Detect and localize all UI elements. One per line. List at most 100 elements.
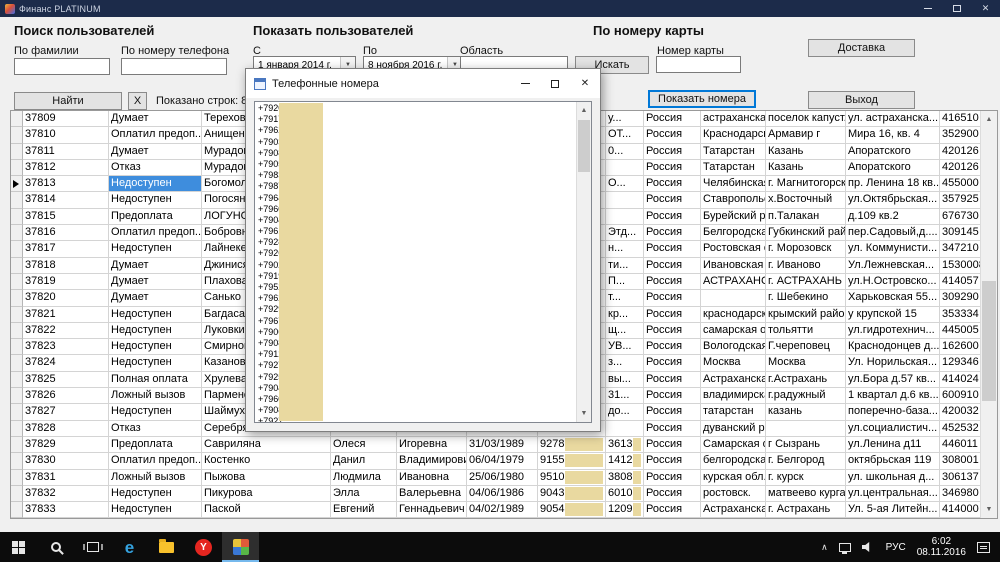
grid-row-header[interactable] [11, 159, 23, 177]
grid-cell-region[interactable]: Вологодская [701, 339, 766, 356]
grid-cell-city[interactable]: г. АСТРАХАНЬ [766, 273, 846, 291]
grid-cell-patr[interactable]: Владимирович [397, 453, 467, 470]
grid-cell-region[interactable]: владимирская [701, 388, 766, 405]
grid-row-header[interactable] [11, 485, 23, 503]
grid-cell-id[interactable]: 37820 [23, 290, 109, 307]
grid-cell-zip[interactable]: 309290 [940, 290, 980, 307]
grid-cell-code[interactable]: 3613 [606, 436, 644, 454]
grid-cell-country[interactable]: Россия [644, 159, 701, 177]
grid-cell-zip[interactable]: 446011 [940, 437, 980, 454]
grid-cell-zip[interactable]: 420126 [940, 160, 980, 177]
grid-cell-address[interactable]: Ул.Лежневская... [846, 257, 940, 274]
grid-cell-region[interactable]: Ставропольски... [701, 192, 766, 209]
grid-cell-zip[interactable]: 455000 [940, 176, 980, 193]
grid-cell-name[interactable]: Данил [331, 453, 397, 470]
grid-cell-country[interactable]: Россия [644, 192, 701, 209]
delivery-button[interactable]: Доставка [808, 39, 915, 57]
surname-input[interactable] [14, 58, 110, 75]
grid-cell-id[interactable]: 37818 [23, 257, 109, 274]
grid-cell-city[interactable]: казань [766, 404, 846, 421]
grid-cell-address[interactable]: Мира 16, кв. 4 [846, 127, 940, 144]
grid-cell-region[interactable]: Ростовская обл. [701, 241, 766, 258]
grid-cell-zip[interactable]: 306137 [940, 470, 980, 486]
grid-row-header[interactable] [11, 404, 23, 421]
grid-cell-id[interactable]: 37817 [23, 241, 109, 258]
grid-cell-phone[interactable]: 9278 [538, 436, 606, 454]
grid-cell-city[interactable]: х.Восточный [766, 192, 846, 209]
grid-cell-id[interactable]: 37822 [23, 322, 109, 340]
grid-cell-country[interactable]: Россия [644, 502, 701, 518]
grid-cell-patr[interactable]: Игоревна [397, 436, 467, 454]
grid-cell-status[interactable]: Предоплата [109, 436, 202, 454]
grid-cell-surname[interactable]: Костенко [202, 453, 331, 470]
grid-cell-region[interactable]: Татарстан [701, 159, 766, 177]
scroll-down-icon[interactable]: ▼ [577, 405, 591, 422]
grid-cell-status[interactable]: Думает [109, 273, 202, 291]
grid-cell-status[interactable]: Недоступен [109, 176, 202, 193]
grid-cell-status[interactable]: Недоступен [109, 192, 202, 209]
grid-cell-code[interactable]: 31... [606, 388, 644, 405]
grid-cell-code[interactable]: до... [606, 404, 644, 421]
grid-cell-status[interactable]: Отказ [109, 420, 202, 437]
grid-cell-status[interactable]: Недоступен [109, 339, 202, 356]
grid-cell-country[interactable]: Россия [644, 127, 701, 144]
grid-cell-region[interactable]: белгородская о... [701, 453, 766, 470]
grid-cell-code[interactable]: з... [606, 355, 644, 372]
grid-cell-city[interactable]: крымский райо... [766, 306, 846, 323]
grid-cell-status[interactable]: Ложный вызов [109, 388, 202, 405]
grid-cell-city[interactable]: п.Талакан [766, 208, 846, 226]
grid-cell-id[interactable]: 37811 [23, 143, 109, 160]
grid-cell-region[interactable]: татарстан [701, 404, 766, 421]
grid-cell-region[interactable]: Бурейский район [701, 208, 766, 226]
grid-cell-id[interactable]: 37809 [23, 111, 109, 128]
grid-cell-code[interactable]: ти... [606, 257, 644, 274]
grid-cell-city[interactable]: Москва [766, 355, 846, 372]
grid-cell-code[interactable]: н... [606, 241, 644, 258]
grid-cell-code[interactable]: у... [606, 111, 644, 128]
grid-cell-region[interactable]: краснодарский ... [701, 306, 766, 323]
grid-row-header[interactable] [11, 322, 23, 340]
volume-icon[interactable] [861, 542, 870, 552]
file-explorer-button[interactable] [148, 532, 185, 562]
grid-cell-patr[interactable]: Геннадьевич [397, 502, 467, 518]
grid-cell-address[interactable]: Апоратского [846, 143, 940, 160]
grid-cell-region[interactable]: самарская обл. [701, 322, 766, 340]
grid-cell-status[interactable]: Недоступен [109, 485, 202, 503]
grid-cell-surname[interactable]: Пыжова [202, 469, 331, 486]
grid-cell-dob[interactable]: 06/04/1979 [467, 453, 538, 470]
grid-cell-address[interactable]: д.109 кв.2 [846, 208, 940, 226]
window-close-button[interactable]: ✕ [971, 0, 1000, 17]
grid-cell-address[interactable]: у крупской 15 [846, 306, 940, 323]
grid-cell-region[interactable]: курская обл. [701, 469, 766, 486]
grid-cell-city[interactable]: г Сызрань [766, 436, 846, 454]
grid-row-header[interactable] [11, 290, 23, 307]
grid-cell-address[interactable]: Ул. Норильская... [846, 355, 940, 372]
grid-cell-status[interactable]: Оплатил предоп... [109, 225, 202, 242]
grid-cell-address[interactable]: Ул. 5-ая Литейн... [846, 502, 940, 518]
grid-cell-phone[interactable]: 9155 [538, 453, 606, 470]
language-indicator[interactable]: РУС [886, 542, 906, 553]
grid-cell-zip[interactable]: 308001 [940, 453, 980, 470]
grid-cell-id[interactable]: 37821 [23, 306, 109, 323]
grid-cell-zip[interactable]: 347210 [940, 241, 980, 258]
grid-row-header[interactable] [11, 371, 23, 389]
grid-cell-address[interactable]: Харьковская 55... [846, 290, 940, 307]
dialog-close-button[interactable]: ✕ [570, 69, 600, 98]
grid-cell-country[interactable]: Россия [644, 453, 701, 470]
grid-cell-address[interactable]: ул.гидротехнич... [846, 322, 940, 340]
grid-cell-zip[interactable]: 352900 [940, 127, 980, 144]
hidden-icons-chevron[interactable]: ∧ [821, 542, 828, 553]
grid-cell-city[interactable]: Казань [766, 143, 846, 160]
grid-cell-id[interactable]: 37825 [23, 371, 109, 389]
grid-cell-code[interactable]: 1209 [606, 502, 644, 518]
grid-cell-code[interactable]: 6010 [606, 485, 644, 503]
grid-cell-status[interactable]: Недоступен [109, 306, 202, 323]
grid-cell-code[interactable]: вы... [606, 371, 644, 389]
grid-cell-surname[interactable]: Пикурова [202, 485, 331, 503]
dialog-minimize-button[interactable] [510, 69, 540, 98]
scroll-up-icon[interactable]: ▲ [577, 102, 591, 119]
grid-cell-phone[interactable]: 9054 [538, 502, 606, 518]
grid-cell-status[interactable]: Полная оплата [109, 371, 202, 389]
grid-cell-country[interactable]: Россия [644, 388, 701, 405]
grid-cell-zip[interactable]: 357925 [940, 192, 980, 209]
